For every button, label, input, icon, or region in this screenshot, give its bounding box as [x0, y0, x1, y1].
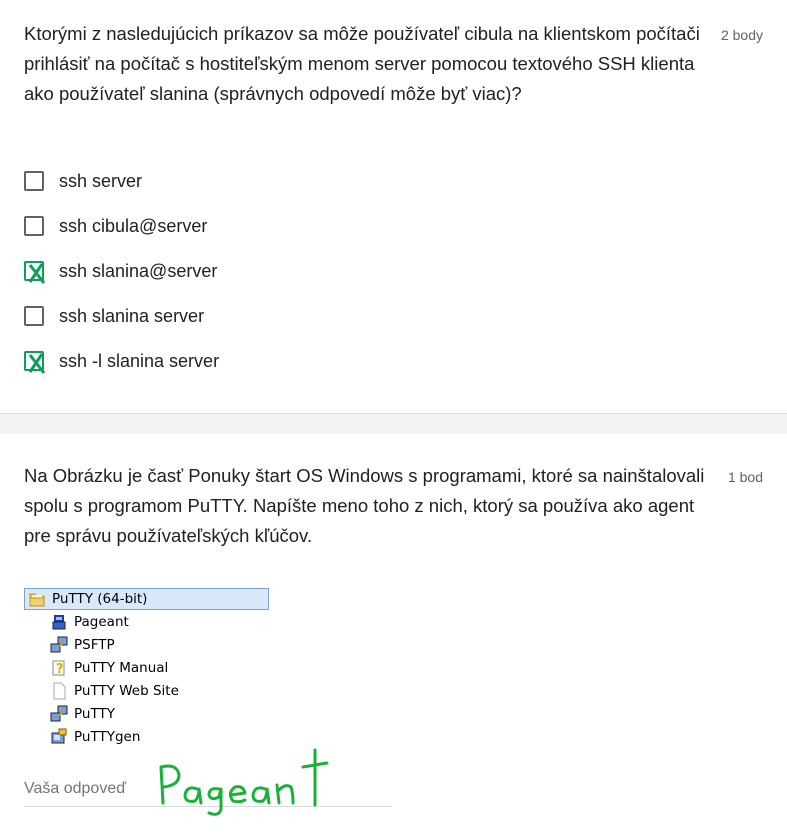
blank-file-icon [50, 682, 68, 700]
checkbox-checked[interactable] [24, 261, 46, 284]
option-label: ssh server [59, 170, 143, 191]
item-label: PuTTY Web Site [74, 683, 179, 699]
checkbox[interactable] [24, 306, 44, 326]
question-2-points: 1 bod [727, 469, 763, 485]
option-label: ssh cibula@server [59, 215, 208, 236]
question-1-points: 2 body [720, 27, 763, 43]
folder-icon [28, 590, 46, 608]
folder-label: PuTTY (64-bit) [52, 591, 148, 607]
handwritten-answer [159, 748, 329, 816]
putty-icon [50, 705, 68, 723]
menu-item-putty: PuTTY [50, 703, 115, 725]
checkbox[interactable] [24, 171, 44, 191]
folder-putty-64bit: PuTTY (64-bit) [24, 588, 269, 610]
option-ssh-l-slanina-server[interactable]: ssh -l slanina server [24, 347, 219, 375]
svg-text:?: ? [56, 662, 64, 677]
checkbox-checked[interactable] [24, 351, 46, 374]
menu-item-putty-manual: ? PuTTY Manual [50, 657, 168, 679]
menu-item-puttygen: PuTTYgen [50, 726, 140, 748]
item-label: PuTTY [74, 706, 115, 722]
question-1-text: Ktorými z nasledujúcich príkazov sa môže… [24, 23, 700, 104]
item-label: PSFTP [74, 637, 115, 653]
menu-item-pageant: Pageant [50, 611, 129, 633]
option-ssh-cibula-server[interactable]: ssh cibula@server [24, 212, 207, 240]
section-divider [0, 413, 787, 434]
item-label: PuTTY Manual [74, 660, 169, 676]
puttygen-icon [50, 728, 68, 746]
option-ssh-slanina-server[interactable]: ssh slanina server [24, 302, 204, 330]
help-file-icon: ? [50, 659, 68, 677]
checkbox[interactable] [24, 216, 44, 236]
item-label: PuTTYgen [74, 729, 141, 745]
option-label: ssh -l slanina server [59, 350, 220, 371]
menu-item-psftp: PSFTP [50, 634, 115, 656]
x-mark-icon [28, 263, 46, 284]
option-label: ssh slanina server [59, 305, 205, 326]
pageant-icon [50, 613, 68, 631]
answer-input[interactable]: Vaša odpoveď [24, 780, 126, 798]
psftp-icon [50, 636, 68, 654]
option-ssh-server[interactable]: ssh server [24, 167, 142, 195]
option-ssh-slanina-at-server[interactable]: ssh slanina@server [24, 257, 217, 285]
option-label: ssh slanina@server [59, 260, 218, 281]
item-label: Pageant [74, 614, 129, 630]
menu-item-putty-web-site: PuTTY Web Site [50, 680, 179, 702]
start-menu-image: PuTTY (64-bit) Pageant PSFTP ? PuTTY Man… [24, 585, 269, 750]
question-2-text: Na Obrázku je časť Ponuky štart OS Windo… [24, 465, 705, 546]
x-mark-icon [28, 353, 46, 374]
question-1: Ktorými z nasledujúcich príkazov sa môže… [0, 0, 787, 413]
